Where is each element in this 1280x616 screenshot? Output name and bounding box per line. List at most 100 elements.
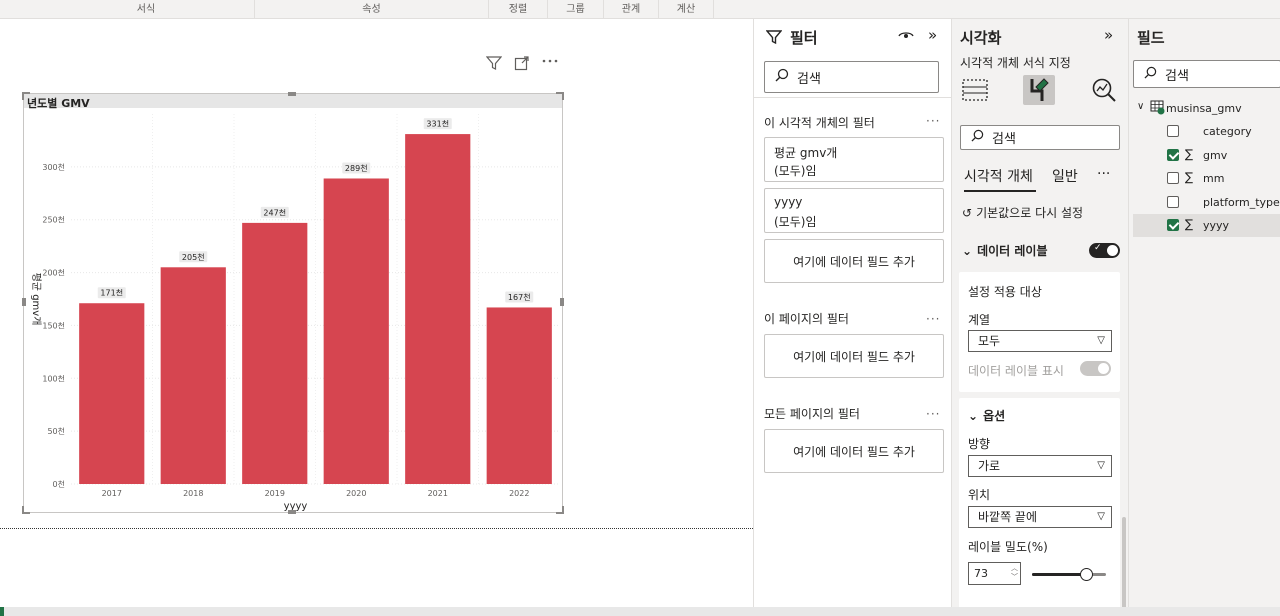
visual-filters-heading: 이 시각적 개체의 필터 [764,116,875,130]
focus-mode-icon[interactable] [514,55,530,75]
ribbon-group-arrange: 정렬 [489,0,548,19]
add-field-page-dropzone[interactable]: 여기에 데이터 필드 추가 [764,334,944,378]
field-checkbox[interactable] [1167,195,1179,208]
data-label: 205천 [182,252,205,262]
eye-icon[interactable] [898,28,914,45]
apply-settings-card: 설정 적용 대상 계열 모두 ▽ 데이터 레이블 표시 [959,272,1120,392]
page-filters-more[interactable]: ··· [926,312,940,326]
bar-chart-visual[interactable]: 년도별 GMV 0천 50천 100천 150천 200천 250천 300천 171천 201… [23,93,563,513]
field-item-yyyy[interactable]: ∑ yyyy [1133,214,1280,237]
bar [486,307,552,484]
data-label: 167천 [508,292,531,302]
viz-search-input[interactable]: 검색 [960,125,1120,150]
resize-handle-bottom-left[interactable] [22,506,30,514]
add-field-visual-dropzone[interactable]: 여기에 데이터 필드 추가 [764,239,944,283]
field-checkbox[interactable] [1167,219,1179,231]
field-item-category[interactable]: category [1133,120,1280,143]
ribbon-group-calculations: 계산 [659,0,714,19]
resize-handle-top[interactable] [288,92,296,96]
y-tick-label: 0천 [53,479,65,489]
x-tick-label: 2021 [428,489,448,498]
build-visual-icon[interactable] [962,78,988,105]
filter-search-input[interactable]: 검색 [764,61,939,93]
ribbon-group-labels: 서식 속성 정렬 그룹 관계 계산 [0,0,1280,19]
page-filters-heading: 이 페이지의 필터 [764,312,849,326]
fields-search-placeholder: 검색 [1165,68,1189,84]
series-dropdown[interactable]: 모두 ▽ [968,330,1112,352]
field-item-gmv[interactable]: ∑ gmv [1133,144,1280,167]
resize-handle-right[interactable] [560,298,564,306]
resize-handle-top-right[interactable] [556,92,564,100]
report-canvas[interactable]: 년도별 GMV 0천 50천 100천 150천 200천 250천 300천 171천 201… [0,19,753,610]
all-pages-filters-heading: 모든 페이지의 필터 [764,407,860,421]
visual-filters-more[interactable]: ··· [926,114,940,128]
filter-card-condition: (모두)임 [774,164,817,178]
resize-handle-top-left[interactable] [22,92,30,100]
page-tabs-strip[interactable] [0,607,1280,616]
tab-visual[interactable]: 시각적 개체 [964,166,1033,186]
viz-pane-scrollbar[interactable] [1122,517,1126,612]
data-labels-section-header[interactable]: ⌄ 데이터 레이블 [962,242,1047,259]
reset-to-default-button[interactable]: ↺ 기본값으로 다시 설정 [962,204,1083,221]
field-name: mm [1203,172,1225,185]
field-checkbox[interactable] [1167,125,1179,137]
table-icon [1150,100,1165,118]
analytics-icon[interactable] [1091,77,1117,106]
position-value: 바깥쪽 끝에 [978,510,1038,524]
search-icon [1144,66,1157,83]
stepper-arrows-icon[interactable]: ︿ ﹀ [1011,564,1018,582]
field-item-mm[interactable]: ∑ mm [1133,167,1280,190]
filter-card-avg-gmv[interactable]: 평균 gmv개 (모두)임 [764,137,944,182]
field-checkbox[interactable] [1167,172,1179,184]
add-field-all-pages-dropzone[interactable]: 여기에 데이터 필드 추가 [764,429,944,473]
direction-dropdown[interactable]: 가로 ▽ [968,455,1112,477]
options-section-header[interactable]: ⌄ 옵션 [968,407,1005,424]
resize-handle-bottom[interactable] [288,510,296,514]
bar [79,303,145,484]
table-node-musinsa-gmv[interactable]: ∨ musinsa_gmv [1133,97,1280,120]
filter-icon[interactable] [485,55,503,75]
all-pages-filters-more[interactable]: ··· [926,407,940,421]
fields-pane: 필드 검색 ∨ musinsa_gmv category ∑ gmv ∑ mm platf… [1128,19,1280,616]
collapse-chevron-icon[interactable]: » [928,26,937,44]
filter-card-yyyy[interactable]: yyyy (모두)임 [764,188,944,233]
label-density-value: 73 [974,567,988,580]
label-density-slider-knob[interactable] [1080,568,1094,581]
show-data-labels-toggle[interactable] [1080,361,1111,376]
data-label: 171천 [100,288,123,298]
sigma-icon: ∑ [1185,146,1194,161]
chevron-down-icon: ▽ [1097,511,1105,522]
viz-pane-title: 시각화 [960,29,1002,47]
apply-to-heading: 설정 적용 대상 [968,285,1042,299]
position-dropdown[interactable]: 바깥쪽 끝에 ▽ [968,506,1112,528]
label-density-input[interactable]: 73 ︿ ﹀ [968,562,1021,585]
filter-pane-divider [754,97,952,98]
reset-label: 기본값으로 다시 설정 [976,206,1084,220]
search-icon [775,68,789,86]
search-icon [971,129,984,146]
format-visual-icon[interactable] [1023,75,1055,105]
field-item-platform-type[interactable]: platform_type [1133,191,1280,214]
tab-general[interactable]: 일반 [1052,166,1078,186]
field-checkbox[interactable] [1167,148,1179,161]
series-label: 계열 [968,313,991,327]
resize-handle-bottom-right[interactable] [556,506,564,514]
bar [242,222,308,484]
collapse-chevron-icon[interactable]: » [1104,26,1113,44]
direction-label: 방향 [968,437,991,451]
more-options-icon[interactable] [541,53,559,73]
resize-handle-left[interactable] [22,298,26,306]
x-tick-label: 2018 [183,489,203,498]
label-density-slider-fill [1032,573,1087,576]
fields-search-input[interactable]: 검색 [1133,60,1280,88]
viz-subtitle: 시각적 개체 서식 지정 [960,56,1071,70]
filter-search-placeholder: 검색 [797,71,821,87]
bar [405,134,471,485]
tabs-more[interactable]: ··· [1097,166,1110,182]
data-labels-toggle[interactable]: ✓ [1089,243,1120,258]
field-name: gmv [1203,148,1228,162]
y-tick-label: 250천 [42,215,65,225]
table-name: musinsa_gmv [1166,102,1242,115]
viz-search-placeholder: 검색 [992,132,1016,147]
chevron-down-icon: ∨ [1137,101,1145,112]
